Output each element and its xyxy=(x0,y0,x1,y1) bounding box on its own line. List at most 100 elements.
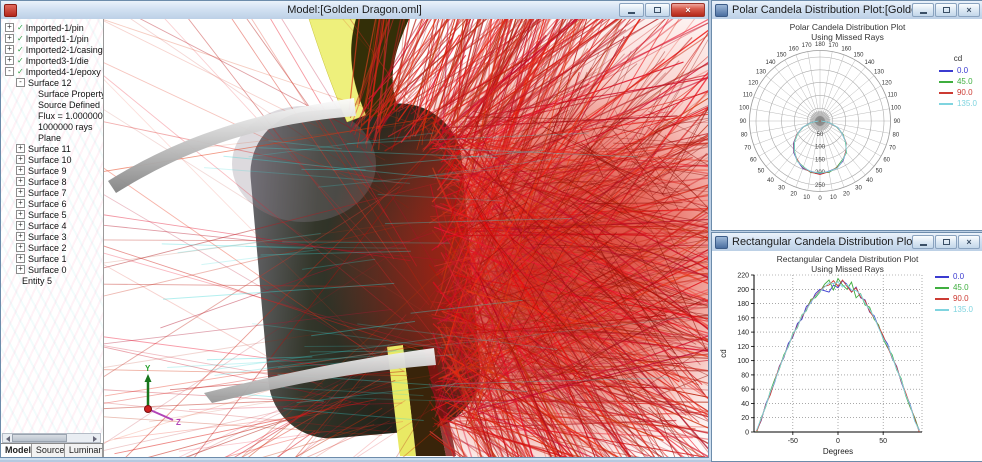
rect-window-icon xyxy=(715,236,728,249)
restore-button[interactable] xyxy=(935,3,957,17)
tab-model[interactable]: Model xyxy=(1,444,32,457)
polar-window-titlebar[interactable]: Polar Candela Distribution Plot:[Golden … xyxy=(712,1,982,20)
scroll-left-icon[interactable] xyxy=(3,434,12,442)
expander-icon[interactable]: + xyxy=(5,56,14,65)
tree-item[interactable]: +Surface 11 xyxy=(1,143,103,154)
tree-item[interactable]: -✓Imported4-1/epoxy xyxy=(1,66,103,77)
tree-item[interactable]: +Surface 4 xyxy=(1,220,103,231)
minimize-button[interactable] xyxy=(619,3,644,17)
expander-icon[interactable]: + xyxy=(16,188,25,197)
tree-item[interactable]: Source Defined xyxy=(1,99,103,110)
legend-label: 135.0 xyxy=(953,304,973,315)
expander-icon[interactable]: + xyxy=(5,34,14,43)
legend-label: 90.0 xyxy=(957,87,973,98)
viewport-3d[interactable]: Y Z xyxy=(104,19,708,457)
tree-item[interactable]: Flux = 1.000000 W xyxy=(1,110,103,121)
z-axis-label: Z xyxy=(176,418,181,427)
tree-item[interactable]: +Surface 0 xyxy=(1,264,103,275)
svg-text:140: 140 xyxy=(737,330,749,337)
tree-item-label: Plane xyxy=(38,133,61,143)
scroll-right-icon[interactable] xyxy=(91,434,100,442)
restore-button[interactable] xyxy=(935,235,957,249)
svg-text:0: 0 xyxy=(818,196,822,202)
expander-icon[interactable]: - xyxy=(5,67,14,76)
tree-item[interactable]: +✓Imported2-1/casing xyxy=(1,44,103,55)
tree-item[interactable]: -Surface 12 xyxy=(1,77,103,88)
close-button[interactable]: × xyxy=(958,235,980,249)
expander-icon[interactable]: - xyxy=(16,78,25,87)
legend-label: 45.0 xyxy=(953,282,969,293)
svg-text:40: 40 xyxy=(741,401,749,408)
tree-item[interactable]: +Surface 2 xyxy=(1,242,103,253)
expander-icon[interactable]: + xyxy=(16,254,25,263)
tree-item-label: Flux = 1.000000 W xyxy=(38,111,103,121)
y-axis-arrow-icon xyxy=(145,374,152,382)
tree-item[interactable]: +Surface 9 xyxy=(1,165,103,176)
model-window-titlebar[interactable]: Model:[Golden Dragon.oml] × xyxy=(1,1,708,20)
polar-chart-subtitle: Using Missed Rays xyxy=(712,32,982,42)
svg-text:40: 40 xyxy=(866,178,873,184)
tree-horizontal-scrollbar[interactable] xyxy=(2,433,101,443)
legend-line-icon xyxy=(935,276,949,278)
svg-text:70: 70 xyxy=(889,145,896,151)
minimize-button[interactable] xyxy=(912,3,934,17)
rect-window-titlebar[interactable]: Rectangular Candela Distribution Plot:[G… xyxy=(712,233,982,252)
expander-icon[interactable]: + xyxy=(16,177,25,186)
svg-text:70: 70 xyxy=(744,145,751,151)
tab-source[interactable]: Source xyxy=(32,444,65,457)
expander-icon[interactable]: + xyxy=(5,45,14,54)
expander-icon[interactable]: + xyxy=(16,265,25,274)
tree-item[interactable]: +Surface 7 xyxy=(1,187,103,198)
scrollbar-thumb[interactable] xyxy=(12,434,67,442)
check-icon: ✓ xyxy=(17,56,24,65)
legend-label: 45.0 xyxy=(957,76,973,87)
tree-item[interactable]: Entity 5 xyxy=(1,275,103,286)
close-button[interactable]: × xyxy=(958,3,980,17)
minimize-button[interactable] xyxy=(912,235,934,249)
expander-icon[interactable]: + xyxy=(16,221,25,230)
expander-icon[interactable]: + xyxy=(16,155,25,164)
close-button[interactable]: × xyxy=(671,3,705,17)
expander-icon[interactable]: + xyxy=(16,199,25,208)
expander-icon[interactable]: + xyxy=(5,23,14,32)
tree-item[interactable]: +Surface 6 xyxy=(1,198,103,209)
svg-text:50: 50 xyxy=(879,438,887,445)
expander-icon[interactable]: + xyxy=(16,210,25,219)
tree-item[interactable]: +Surface 5 xyxy=(1,209,103,220)
close-icon: × xyxy=(685,6,690,15)
tree-item[interactable]: +✓Imported1-1/pin xyxy=(1,33,103,44)
model-window-title: Model:[Golden Dragon.oml] xyxy=(1,4,708,16)
close-icon: × xyxy=(966,6,971,15)
svg-text:170: 170 xyxy=(828,43,839,49)
expander-icon[interactable]: + xyxy=(16,166,25,175)
tree-item[interactable]: +✓Imported-1/pin xyxy=(1,22,103,33)
svg-text:130: 130 xyxy=(756,70,767,76)
tree-item-label: Surface Property xyxy=(38,89,103,99)
tree-item-label: Surface 2 xyxy=(28,243,67,253)
tree-item[interactable]: +Surface 10 xyxy=(1,154,103,165)
tree-item[interactable]: Surface Property xyxy=(1,88,103,99)
svg-text:150: 150 xyxy=(815,157,826,163)
svg-text:50: 50 xyxy=(758,168,765,174)
check-icon: ✓ xyxy=(17,23,24,32)
svg-text:20: 20 xyxy=(843,191,850,197)
tree-item-label: Surface 8 xyxy=(28,177,67,187)
x-axis-dot-icon xyxy=(145,406,152,413)
svg-text:150: 150 xyxy=(776,52,787,58)
legend-entry: 135.0 xyxy=(935,304,973,315)
tree-item[interactable]: 1000000 rays xyxy=(1,121,103,132)
expander-icon[interactable]: + xyxy=(16,232,25,241)
tree-item-label: Surface 10 xyxy=(28,155,72,165)
tree-item[interactable]: Plane xyxy=(1,132,103,143)
tree-item[interactable]: +Surface 1 xyxy=(1,253,103,264)
tree-item[interactable]: +Surface 3 xyxy=(1,231,103,242)
expander-icon[interactable]: + xyxy=(16,243,25,252)
rect-chart-area: 020406080100120140160180200220-50050Degr… xyxy=(712,251,982,461)
restore-button[interactable] xyxy=(645,3,670,17)
tree-item[interactable]: +Surface 8 xyxy=(1,176,103,187)
tree-item[interactable]: +✓Imported3-1/die xyxy=(1,55,103,66)
expander-icon[interactable]: + xyxy=(16,144,25,153)
svg-text:170: 170 xyxy=(802,43,813,49)
svg-text:50: 50 xyxy=(876,168,883,174)
tab-luminance[interactable]: Luminan xyxy=(65,444,103,457)
